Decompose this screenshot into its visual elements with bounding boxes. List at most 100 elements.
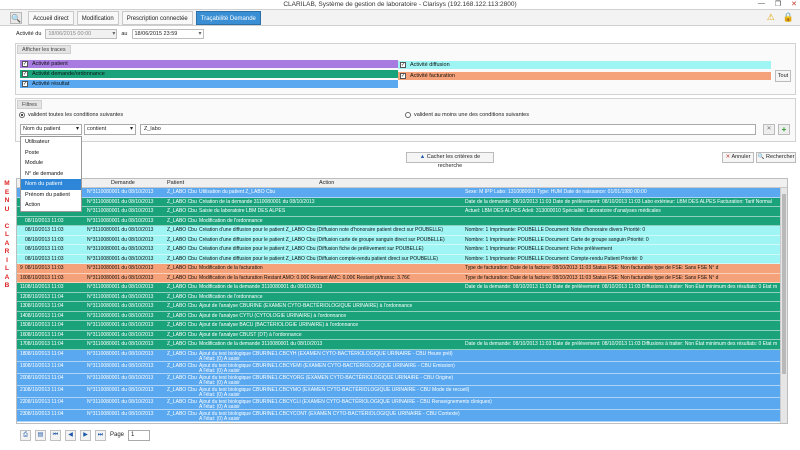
print-icon[interactable]: ⎙ xyxy=(20,429,31,441)
last-page-icon[interactable]: ⏭ xyxy=(95,429,106,441)
lock-icon[interactable]: 🔒 xyxy=(783,12,794,23)
row-detail: Nombre: 1 Imprimante: POUBELLE Document:… xyxy=(465,255,643,262)
table-row[interactable]: 16 08/10/2013 11:04 N°3110080001 du 08/10/… xyxy=(17,330,787,340)
table-row[interactable]: 10 08/10/2013 11:03 N°3110080001 du 08/10/… xyxy=(17,273,787,283)
row-number: 9 xyxy=(20,265,23,271)
row-date: 08/10/2013 11:03 xyxy=(25,255,64,262)
activity-range: Activité du 18/06/2015 00:00 ▾ au 18/06/… xyxy=(16,29,204,39)
table-row[interactable]: 11 08/10/2013 11:03 N°3110080001 du 08/10/… xyxy=(17,283,787,293)
trace-resultat[interactable]: ✓ Activité résultat xyxy=(20,80,398,88)
side-menu-letter: L xyxy=(5,265,9,272)
row-date: 08/10/2013 11:04 xyxy=(25,293,64,300)
trace-label: Activité facturation xyxy=(410,73,455,79)
dropdown-option[interactable]: N° de demande xyxy=(21,169,81,180)
table-row[interactable]: 17 08/10/2013 11:04 N°3110080001 du 08/10/… xyxy=(17,340,787,350)
col-action[interactable]: Action xyxy=(319,180,334,186)
row-patient: Z_LABO Cbu xyxy=(167,198,197,205)
date-to-field[interactable]: 18/06/2015 23:59 ▾ xyxy=(131,29,204,39)
date-from-value: 18/06/2015 00:00 xyxy=(48,31,92,37)
row-patient: Z_LABO Cbu xyxy=(167,398,197,405)
table-row[interactable]: 08/10/2013 11:03N°3110080001 du 08/10/20… xyxy=(17,254,787,264)
next-page-icon[interactable]: ▶ xyxy=(80,429,91,441)
magnifier-icon[interactable]: 🔍 xyxy=(10,12,22,24)
dropdown-option[interactable]: Prénom du patient xyxy=(21,190,81,201)
table-row[interactable]: 22 08/10/2013 11:04 N°3110080001 du 08/10/… xyxy=(17,397,787,410)
checkbox-checked-icon[interactable]: ✓ xyxy=(400,73,406,79)
table-row[interactable]: 08/10/2013 11:03N°3110080001 du 08/10/20… xyxy=(17,226,787,236)
trace-patient[interactable]: ✓ Activité patient xyxy=(20,60,398,68)
table-row[interactable]: 18 08/10/2013 11:04 N°3110080001 du 08/10/… xyxy=(17,349,787,362)
table-row[interactable]: 08/10/2013 11:03N°3110080001 du 08/10/20… xyxy=(17,216,787,226)
radio-icon[interactable] xyxy=(405,112,411,118)
table-row[interactable]: N°3110080001 du 08/10/2013 Z_LABO Cbu Util… xyxy=(17,188,787,198)
prev-page-icon[interactable]: ◀ xyxy=(65,429,76,441)
side-menu-letter: I xyxy=(6,256,8,264)
dropdown-option[interactable]: Utilisateur xyxy=(21,137,81,148)
table-row[interactable]: 12 08/10/2013 11:04 N°3110080001 du 08/10/… xyxy=(17,292,787,302)
cancel-button[interactable]: ✕ Annuler xyxy=(722,152,754,163)
tab-prescription-connectee[interactable]: Prescription connectée xyxy=(121,11,193,25)
minimize-icon[interactable]: — xyxy=(758,0,765,8)
trace-demande[interactable]: ✓ Activité demande/ordonnance xyxy=(20,70,398,78)
radio-all-conditions[interactable]: valident toutes les conditions suivantes xyxy=(19,112,123,118)
filter-field-select[interactable]: Nom du patient ▾ xyxy=(20,124,82,135)
hide-criteria-button[interactable]: ▲ Cacher les critères de recherche xyxy=(406,152,494,169)
table-row[interactable]: 08/10/2013 11:03N°3110080001 du 08/10/20… xyxy=(17,235,787,245)
row-date: 08/10/2013 11:03 xyxy=(25,246,64,252)
tab-modification[interactable]: Modification xyxy=(76,11,119,25)
filter-operator-select[interactable]: contient ▾ xyxy=(84,124,136,135)
col-patient[interactable]: Patient xyxy=(167,180,184,186)
scroll-thumb[interactable] xyxy=(782,194,786,374)
table-row[interactable]: 08/10/2013 11:03N°3110080001 du 08/10/20… xyxy=(17,197,787,207)
table-row[interactable]: 23 08/10/2013 11:04 N°3110080001 du 08/10/… xyxy=(17,409,787,422)
row-demande: N°3110080001 du 08/10/2013 xyxy=(87,284,154,290)
col-demande[interactable]: Demande xyxy=(111,180,135,186)
row-patient: Z_LABO Cbu xyxy=(167,386,197,393)
row-date: 08/10/2013 11:03 xyxy=(25,227,64,233)
clear-filter-button[interactable]: ✕ xyxy=(763,124,775,135)
date-from-field[interactable]: 18/06/2015 00:00 ▾ xyxy=(45,29,118,39)
select-all-button[interactable]: Tout xyxy=(775,70,791,82)
row-patient: Z_LABO Cbu xyxy=(167,362,197,369)
row-date: 08/10/2013 11:03 xyxy=(25,236,64,243)
side-menu-letter: L xyxy=(5,231,9,238)
close-icon[interactable]: ✕ xyxy=(791,0,797,8)
trace-diffusion[interactable]: ✓ Activité diffusion xyxy=(398,61,771,69)
dropdown-option[interactable]: Action xyxy=(21,200,81,211)
tab-accueil-direct[interactable]: Accueil direct xyxy=(28,11,74,25)
radio-any-condition[interactable]: valident au moins une des conditions sui… xyxy=(405,112,529,118)
filter-value-input[interactable]: Z_labo xyxy=(140,124,756,135)
filters-title: Filtres xyxy=(17,100,42,109)
table-row[interactable]: 20 08/10/2013 11:04 N°3110080001 du 08/10/… xyxy=(17,373,787,386)
first-page-icon[interactable]: ⏮ xyxy=(50,429,61,441)
table-row[interactable]: 21 08/10/2013 11:04 N°3110080001 du 08/10/… xyxy=(17,385,787,398)
checkbox-checked-icon[interactable]: ✓ xyxy=(22,71,28,77)
row-patient: Z_LABO Cbu xyxy=(167,274,197,281)
table-row[interactable]: 08/10/2013 11:03N°3110080001 du 08/10/20… xyxy=(17,207,787,217)
dropdown-option-selected[interactable]: Nom du patient xyxy=(21,179,81,190)
maximize-icon[interactable]: ❐ xyxy=(775,0,781,8)
warning-icon[interactable]: ⚠ xyxy=(767,12,775,23)
table-row[interactable]: 08/10/2013 11:03N°3110080001 du 08/10/20… xyxy=(17,245,787,255)
checkbox-checked-icon[interactable]: ✓ xyxy=(22,61,28,67)
table-row[interactable]: 19 08/10/2013 11:04 N°3110080001 du 08/10/… xyxy=(17,361,787,374)
add-filter-button[interactable]: + xyxy=(778,124,790,135)
search-button[interactable]: 🔍 Rechercher xyxy=(756,152,796,163)
trace-facturation[interactable]: ✓ Activité facturation xyxy=(398,72,771,80)
table-row[interactable]: 9 08/10/2013 11:03 N°3110080001 du 08/10/2… xyxy=(17,264,787,274)
export-icon[interactable]: ▤ xyxy=(35,429,46,441)
checkbox-checked-icon[interactable]: ✓ xyxy=(400,62,406,68)
table-row[interactable]: 13 08/10/2013 11:04 N°3110080001 du 08/10/… xyxy=(17,302,787,312)
checkbox-checked-icon[interactable]: ✓ xyxy=(22,81,28,87)
page-input[interactable]: 1 xyxy=(128,429,151,441)
tab-tracabilite-demande[interactable]: Traçabilité Demande xyxy=(195,11,261,25)
radio-selected-icon[interactable] xyxy=(19,112,25,118)
row-demande: N°3110080001 du 08/10/2013 xyxy=(87,386,154,393)
dropdown-option[interactable]: Module xyxy=(21,158,81,169)
row-action: Modification de l'ordonnance xyxy=(199,293,263,300)
table-row[interactable]: 14 08/10/2013 11:04 N°3110080001 du 08/10/… xyxy=(17,311,787,321)
table-row[interactable]: 15 08/10/2013 11:04 N°3110080001 du 08/10/… xyxy=(17,321,787,331)
vertical-scrollbar[interactable] xyxy=(780,188,787,423)
side-menu-strip[interactable]: MENUCLARILAB xyxy=(1,180,13,291)
dropdown-option[interactable]: Poste xyxy=(21,148,81,159)
